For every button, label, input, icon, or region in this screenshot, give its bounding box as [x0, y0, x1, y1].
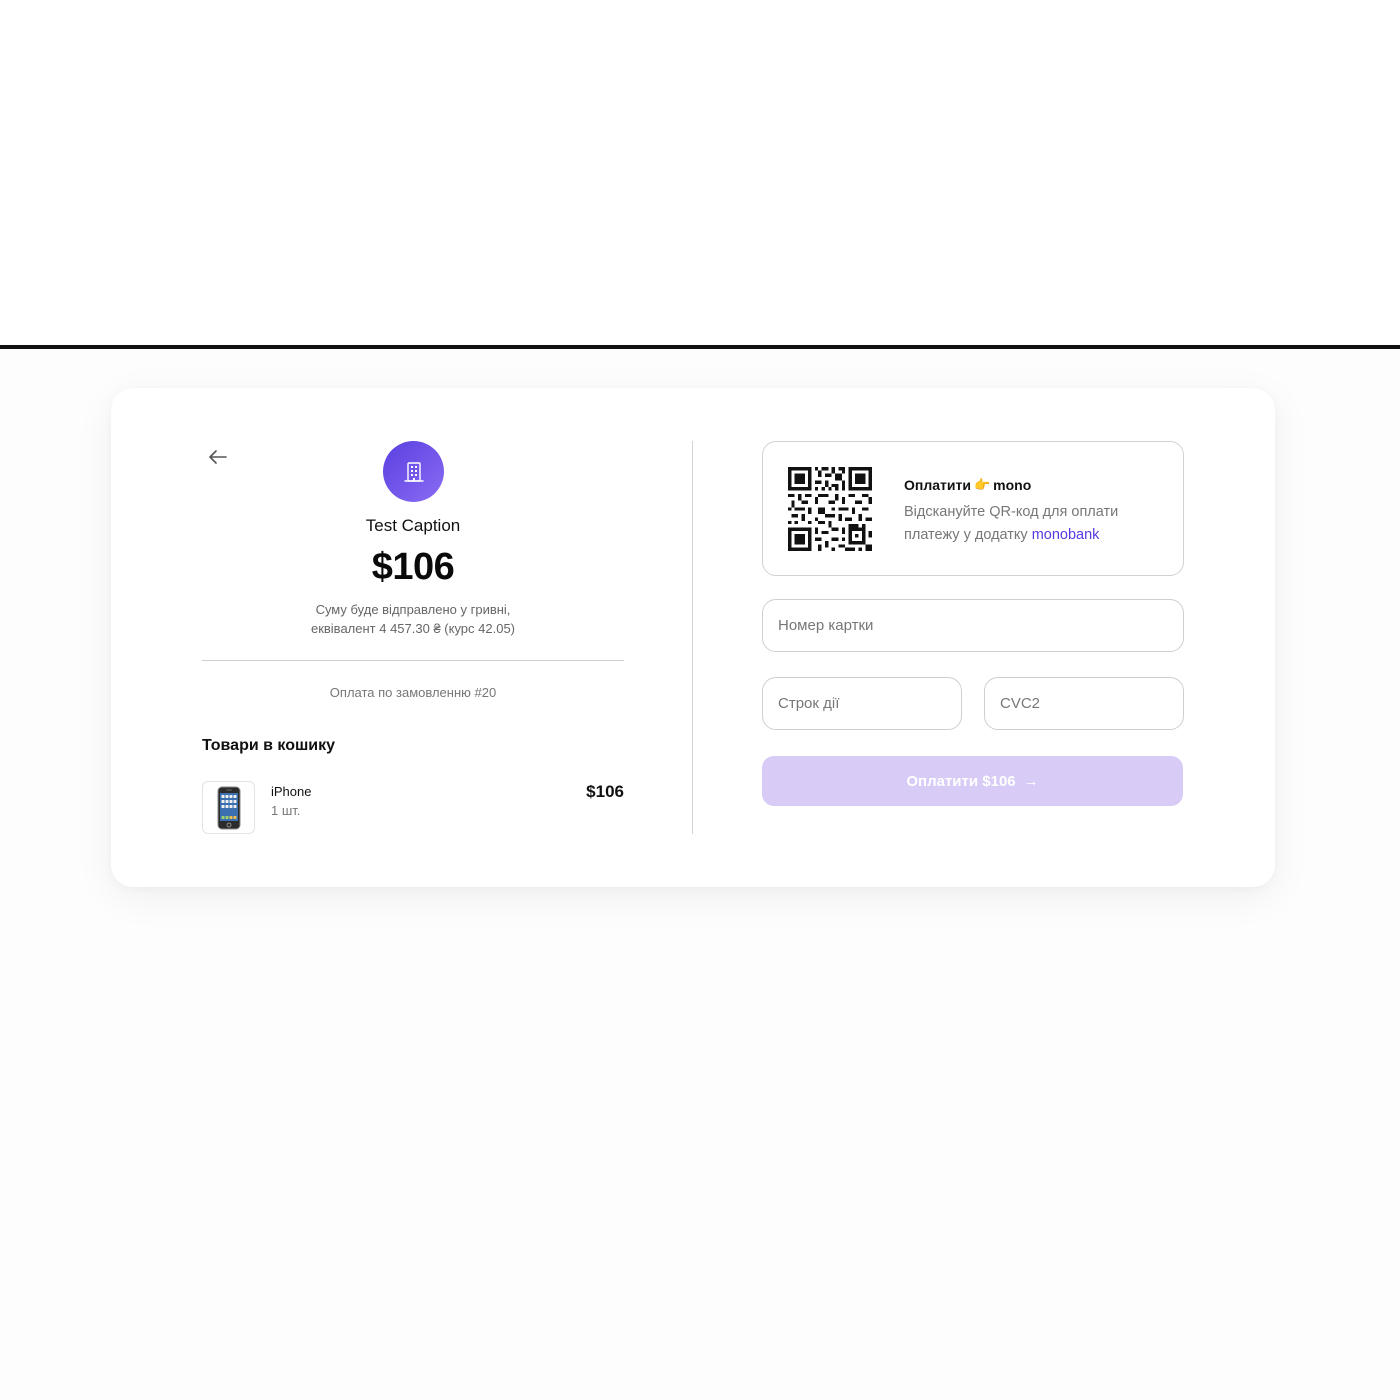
checkout-page: Test Caption $106 Суму буде відправлено …	[0, 0, 1400, 1400]
arrow-right-icon: →	[1023, 772, 1039, 790]
card-number-field[interactable]	[762, 599, 1184, 652]
monobank-link[interactable]: monobank	[1032, 527, 1100, 543]
cart-title: Товари в кошику	[202, 737, 336, 754]
merchant-caption: Test Caption	[365, 516, 461, 535]
item-thumbnail	[202, 781, 255, 834]
back-arrow-icon[interactable]	[206, 445, 230, 469]
pay-button[interactable]: Оплатити $106 →	[762, 756, 1183, 806]
expiry-input[interactable]	[778, 695, 961, 712]
top-divider-line	[0, 345, 1400, 349]
payment-amount: $106	[371, 546, 455, 588]
summary-divider	[202, 660, 624, 661]
merchant-avatar	[383, 441, 444, 502]
checkout-card: Test Caption $106 Суму буде відправлено …	[111, 388, 1275, 887]
cvc-field[interactable]	[984, 677, 1184, 730]
order-note: Оплата по замовленню #20	[329, 685, 497, 700]
cvc-input[interactable]	[1000, 695, 1183, 712]
item-price: $106	[586, 782, 624, 801]
pay-button-label: Оплатити $106	[906, 772, 1016, 790]
mono-qr-description: Відскануйте QR-код для оплати платежу у …	[904, 501, 1164, 547]
card-number-input[interactable]	[778, 617, 1183, 634]
cart-item: iPhone 1 шт. $106	[202, 781, 624, 834]
mono-pay-title-prefix: Оплатити	[904, 477, 971, 493]
pointing-hand-icon: 👉	[973, 477, 991, 492]
conversion-note-line1: Суму буде відправлено у гривні,	[315, 602, 511, 617]
item-quantity: 1 шт.	[271, 803, 301, 818]
top-blank-area	[0, 0, 1400, 345]
mono-pay-title: Оплатити 👉 mono	[904, 477, 1031, 493]
building-icon	[403, 461, 424, 482]
item-name: iPhone	[271, 784, 312, 799]
conversion-note: Суму буде відправлено у гривні, еквівале…	[202, 600, 624, 638]
conversion-note-line2: еквівалент 4 457.30 ₴ (курс 42.05)	[310, 621, 516, 636]
qr-code-icon	[788, 467, 872, 551]
column-divider	[692, 441, 693, 834]
iphone-icon	[217, 786, 240, 829]
mono-brand: mono	[993, 477, 1032, 493]
expiry-field[interactable]	[762, 677, 962, 730]
mono-qr-card: Оплатити 👉 mono Відскануйте QR-код для о…	[762, 441, 1184, 576]
